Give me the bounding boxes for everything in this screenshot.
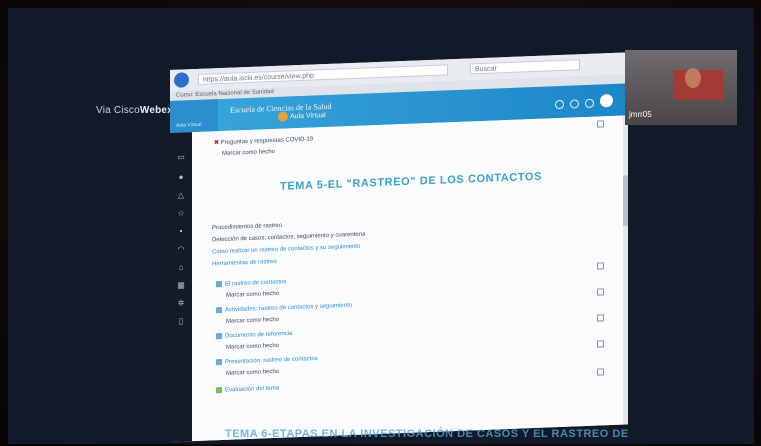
activity-status: Marcar como hecho — [226, 368, 280, 377]
top-item-label: Preguntas y respuestas COVID-19 — [220, 136, 314, 147]
activity-icon — [216, 359, 222, 366]
activity-status: Marcar como hecho — [226, 290, 280, 299]
activity-title: Documento de referencia — [225, 330, 293, 340]
logo-icon — [278, 111, 288, 122]
site-subtitle: Aula Virtual — [290, 112, 326, 121]
activity-link[interactable]: Evaluación del tema — [216, 385, 279, 394]
back-button[interactable] — [174, 72, 189, 88]
dashboard-icon[interactable]: ▭ — [176, 152, 186, 161]
settings-icon[interactable]: ✲ — [176, 298, 186, 307]
webex-prefix: Via Cisco — [96, 105, 140, 116]
search-field[interactable]: Buscar — [470, 59, 580, 75]
completion-checkbox[interactable] — [597, 368, 604, 376]
activity-link[interactable]: Actividades: rastreo de contactos y segu… — [216, 302, 352, 314]
top-item[interactable]: ✖ Preguntas y respuestas COVID-19 — [214, 136, 313, 147]
home-icon[interactable]: ⌂ — [176, 262, 186, 271]
activity-icon — [216, 387, 222, 394]
completion-checkbox[interactable] — [597, 262, 604, 270]
user-avatar[interactable] — [600, 93, 613, 108]
activity-title: Actividades: rastreo de contactos y segu… — [225, 302, 353, 314]
messages-icon[interactable] — [555, 99, 564, 110]
top-item-status: Marcar como hecho — [222, 148, 276, 158]
scroll-thumb[interactable] — [623, 175, 628, 226]
activity-icon — [216, 333, 222, 340]
star-icon[interactable]: ☆ — [176, 208, 186, 217]
book-icon[interactable]: ▯ — [176, 316, 186, 325]
next-section-title: TEMA 6-ETAPAS EN LA INVESTIGACIÓN DE CAS… — [225, 428, 629, 440]
activity-status: Marcar como hecho — [226, 316, 280, 325]
settings-icon[interactable] — [585, 98, 594, 109]
participant-name: jmrr05 — [629, 110, 652, 119]
activity-title: Presentación: rastreo de contactos — [225, 355, 318, 366]
completion-checkbox[interactable] — [597, 288, 604, 296]
completion-checkbox[interactable] — [597, 314, 604, 322]
webex-brand: Webex — [139, 105, 173, 116]
activity-title: El rastreo de contactos — [225, 279, 287, 288]
course-content: ✖ Preguntas y respuestas COVID-19 Marcar… — [192, 115, 628, 442]
completion-checkbox[interactable] — [597, 120, 604, 128]
notification-icon[interactable] — [570, 99, 579, 109]
user-icon[interactable]: ● — [176, 172, 186, 181]
grid-icon[interactable]: ▦ — [176, 280, 186, 289]
section-title: TEMA 5-EL "RASTREO" DE LOS CONTACTOS — [280, 170, 543, 193]
intro-link[interactable]: Cómo realizar un rastreo de contactos y … — [212, 244, 360, 256]
sidebar: ▭ ● △ ☆ ▪ ◠ ⌂ ▦ ✲ ▯ — [170, 132, 192, 442]
mouse-cursor-icon: ↖ — [487, 410, 496, 421]
activity-link[interactable]: El rastreo de contactos — [216, 279, 286, 288]
activity-icon — [216, 307, 222, 314]
participant-face — [685, 68, 701, 88]
intro-line: Detección de casos, contactos, seguimien… — [212, 231, 366, 244]
activity-icon — [216, 281, 222, 288]
activity-link[interactable]: Presentación: rastreo de contactos — [216, 355, 318, 365]
folder-icon[interactable]: ◠ — [176, 244, 186, 253]
activity-status: Marcar como hecho — [226, 342, 280, 351]
activity-title: Evaluación del tema — [225, 385, 280, 394]
activity-link[interactable]: Documento de referencia — [216, 330, 292, 340]
camera-thumbnail[interactable]: jmrr05 — [625, 50, 737, 125]
scrollbar[interactable] — [623, 115, 628, 425]
completion-checkbox[interactable] — [597, 340, 604, 348]
webex-label: Via CiscoWebex — [96, 105, 173, 116]
bell-icon[interactable]: △ — [176, 190, 186, 199]
left-logo: Aula Virtual — [170, 99, 218, 133]
intro-line: Procedimientos de rastreo — [212, 222, 283, 232]
left-logo-label: Aula Virtual — [176, 121, 202, 129]
calendar-icon[interactable]: ▪ — [176, 226, 186, 236]
intro-link[interactable]: Herramientas de rastreo — [212, 259, 277, 267]
browser-window: https://aula.isciii.es/course/view.php B… — [170, 52, 628, 442]
